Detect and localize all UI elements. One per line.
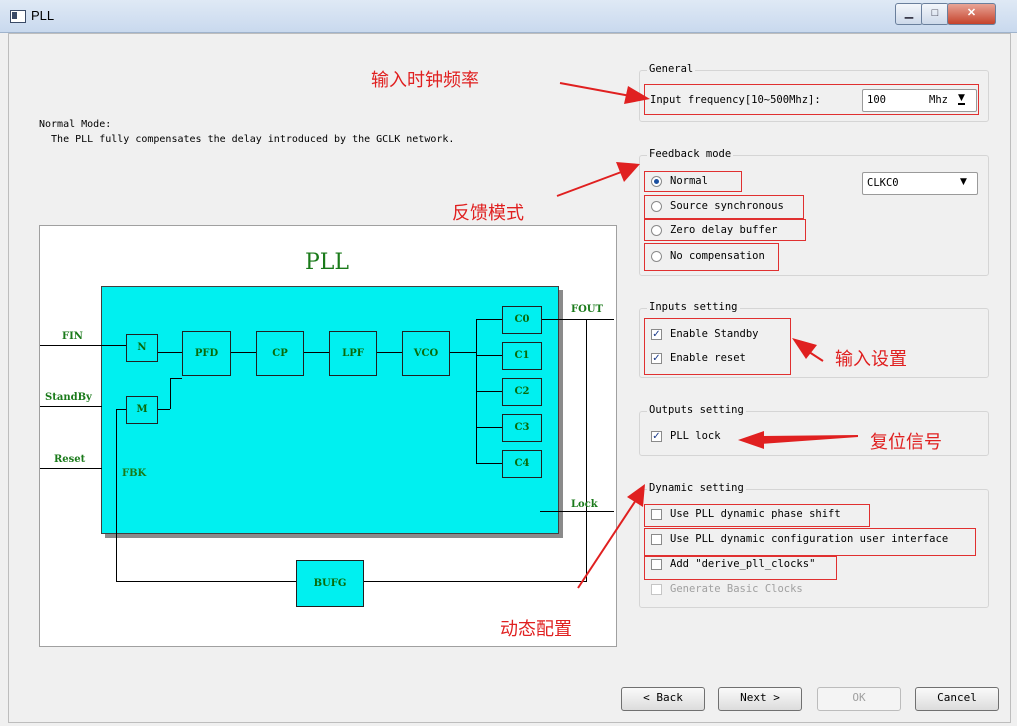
arrow-dynamic	[577, 484, 645, 589]
arrow-feedback	[556, 162, 640, 197]
annotation-feedback-mode: 反馈模式	[452, 203, 524, 224]
cancel-button[interactable]: Cancel	[915, 687, 999, 711]
back-button[interactable]: < Back	[621, 687, 705, 711]
next-button[interactable]: Next >	[718, 687, 802, 711]
annotation-inputs-setting: 输入设置	[835, 349, 907, 370]
annotation-dynamic-config: 动态配置	[500, 619, 572, 640]
arrow-input-freq	[559, 82, 650, 104]
annotation-reset-signal: 复位信号	[870, 432, 942, 453]
arrow-reset-signal	[738, 431, 858, 449]
ok-button: OK	[817, 687, 901, 711]
annotation-input-frequency: 输入时钟频率	[371, 70, 479, 91]
arrow-inputs	[792, 338, 824, 362]
